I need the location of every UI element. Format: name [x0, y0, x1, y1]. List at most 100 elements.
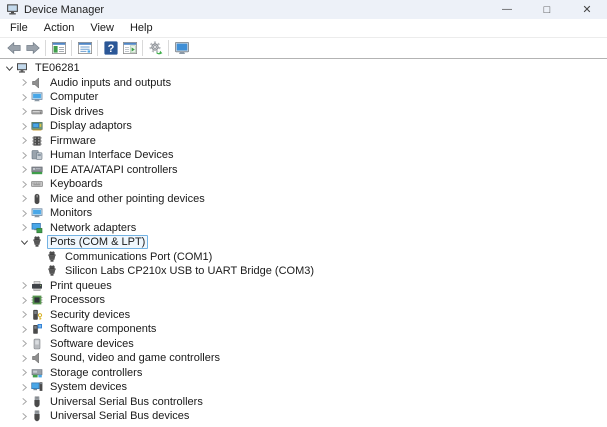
tree-item[interactable]: Software components: [0, 322, 607, 337]
tree-item-label[interactable]: IDE ATA/ATAPI controllers: [47, 163, 181, 177]
tree-item-label[interactable]: Human Interface Devices: [47, 148, 177, 162]
chevron-right-icon[interactable]: [17, 149, 31, 161]
tree-item[interactable]: IDE ATA/ATAPI controllers: [0, 163, 607, 178]
speaker-icon: [31, 77, 43, 89]
tree-item[interactable]: Software devices: [0, 337, 607, 352]
tree-item-label[interactable]: Software devices: [47, 337, 137, 351]
chevron-right-icon[interactable]: [17, 280, 31, 292]
tree-item-label[interactable]: Computer: [47, 90, 101, 104]
tree-item-label[interactable]: Silicon Labs CP210x USB to UART Bridge (…: [62, 264, 317, 278]
chevron-right-icon[interactable]: [17, 352, 31, 364]
tree-item[interactable]: Communications Port (COM1): [0, 250, 607, 265]
tree-item[interactable]: Keyboards: [0, 177, 607, 192]
firmware-chip-icon: [31, 135, 43, 147]
menu-file[interactable]: File: [2, 20, 36, 37]
tree-item[interactable]: Disk drives: [0, 105, 607, 120]
tree-item[interactable]: Computer: [0, 90, 607, 105]
menu-help[interactable]: Help: [122, 20, 161, 37]
chevron-right-icon[interactable]: [17, 164, 31, 176]
chevron-down-icon[interactable]: [17, 236, 31, 248]
tree-item-label[interactable]: Print queues: [47, 279, 115, 293]
printer-icon: [31, 280, 43, 292]
toolbar-separator: [168, 40, 169, 56]
tree-item-label[interactable]: Firmware: [47, 134, 99, 148]
tree-item-label[interactable]: Keyboards: [47, 177, 106, 191]
chevron-right-icon[interactable]: [17, 323, 31, 335]
tree-item[interactable]: Network adapters: [0, 221, 607, 236]
tree-item[interactable]: Display adaptors: [0, 119, 607, 134]
properties-button[interactable]: [75, 39, 94, 58]
chevron-right-icon[interactable]: [17, 309, 31, 321]
chevron-right-icon[interactable]: [17, 106, 31, 118]
scan-for-hardware-changes-button[interactable]: [146, 39, 165, 58]
chevron-right-icon[interactable]: [17, 338, 31, 350]
chevron-right-icon[interactable]: [17, 77, 31, 89]
chevron-right-icon[interactable]: [17, 193, 31, 205]
tree-item[interactable]: Audio inputs and outputs: [0, 76, 607, 91]
tree-item[interactable]: System devices: [0, 380, 607, 395]
tree-item-label[interactable]: Universal Serial Bus controllers: [47, 395, 206, 409]
tree-item-label[interactable]: Storage controllers: [47, 366, 145, 380]
device-manager-window: Device Manager — □ ✕ File Action View He…: [0, 0, 607, 427]
tree-item[interactable]: Storage controllers: [0, 366, 607, 381]
tree-item[interactable]: Ports (COM & LPT): [0, 235, 607, 250]
tree-item[interactable]: Firmware: [0, 134, 607, 149]
tree-item-label[interactable]: TE06281: [32, 61, 83, 75]
forward-button[interactable]: [23, 39, 42, 58]
tree-item[interactable]: Silicon Labs CP210x USB to UART Bridge (…: [0, 264, 607, 279]
tree-item[interactable]: Sound, video and game controllers: [0, 351, 607, 366]
chevron-right-icon[interactable]: [17, 381, 31, 393]
chevron-right-icon[interactable]: [17, 178, 31, 190]
menu-action[interactable]: Action: [36, 20, 83, 37]
toolbar: [0, 38, 607, 59]
chevron-right-icon[interactable]: [17, 120, 31, 132]
chevron-right-icon[interactable]: [17, 410, 31, 422]
chevron-down-icon[interactable]: [2, 62, 16, 74]
back-button[interactable]: [4, 39, 23, 58]
tree-item-label[interactable]: Software components: [47, 322, 159, 336]
tree-item[interactable]: Print queues: [0, 279, 607, 294]
chevron-right-icon[interactable]: [17, 91, 31, 103]
tree-item[interactable]: Processors: [0, 293, 607, 308]
tree-item[interactable]: Universal Serial Bus devices: [0, 409, 607, 424]
remote-computer-button[interactable]: [172, 39, 191, 58]
monitor-icon: [31, 91, 43, 103]
chevron-right-icon[interactable]: [17, 294, 31, 306]
menu-view[interactable]: View: [82, 20, 122, 37]
tree-item-label[interactable]: Audio inputs and outputs: [47, 76, 174, 90]
tree-item-label[interactable]: Network adapters: [47, 221, 139, 235]
tree-item-label[interactable]: Monitors: [47, 206, 95, 220]
tree-item[interactable]: Security devices: [0, 308, 607, 323]
tree-item[interactable]: Mice and other pointing devices: [0, 192, 607, 207]
tree-item-label[interactable]: Processors: [47, 293, 108, 307]
chevron-right-icon[interactable]: [17, 396, 31, 408]
keyboard-icon: [31, 178, 43, 190]
toolbar-separator: [45, 40, 46, 56]
tree-item-label[interactable]: Universal Serial Bus devices: [47, 409, 192, 423]
tree-item-label[interactable]: Mice and other pointing devices: [47, 192, 208, 206]
chevron-right-icon[interactable]: [17, 367, 31, 379]
tree-item[interactable]: Monitors: [0, 206, 607, 221]
tree-item[interactable]: Human Interface Devices: [0, 148, 607, 163]
tree-item-label[interactable]: Security devices: [47, 308, 133, 322]
tree-item-label[interactable]: Disk drives: [47, 105, 107, 119]
minimize-button[interactable]: —: [487, 0, 527, 19]
show-hide-console-tree-button[interactable]: [49, 39, 68, 58]
tree-item-label[interactable]: Ports (COM & LPT): [47, 235, 148, 249]
tree-item-label[interactable]: Sound, video and game controllers: [47, 351, 223, 365]
maximize-button[interactable]: □: [527, 0, 567, 19]
usb-icon: [31, 396, 43, 408]
tree-item-label[interactable]: System devices: [47, 380, 130, 394]
menu-bar: File Action View Help: [0, 19, 607, 38]
tree-item[interactable]: TE06281: [0, 61, 607, 76]
tree-item-label[interactable]: Communications Port (COM1): [62, 250, 215, 264]
chevron-right-icon[interactable]: [17, 207, 31, 219]
help-button[interactable]: [101, 39, 120, 58]
tree-item-label[interactable]: Display adaptors: [47, 119, 135, 133]
chevron-right-icon[interactable]: [17, 222, 31, 234]
tree-item[interactable]: Universal Serial Bus controllers: [0, 395, 607, 410]
close-button[interactable]: ✕: [567, 0, 607, 19]
chevron-right-icon[interactable]: [17, 135, 31, 147]
show-hide-action-pane-button[interactable]: [120, 39, 139, 58]
system-devices-icon: [31, 381, 43, 393]
